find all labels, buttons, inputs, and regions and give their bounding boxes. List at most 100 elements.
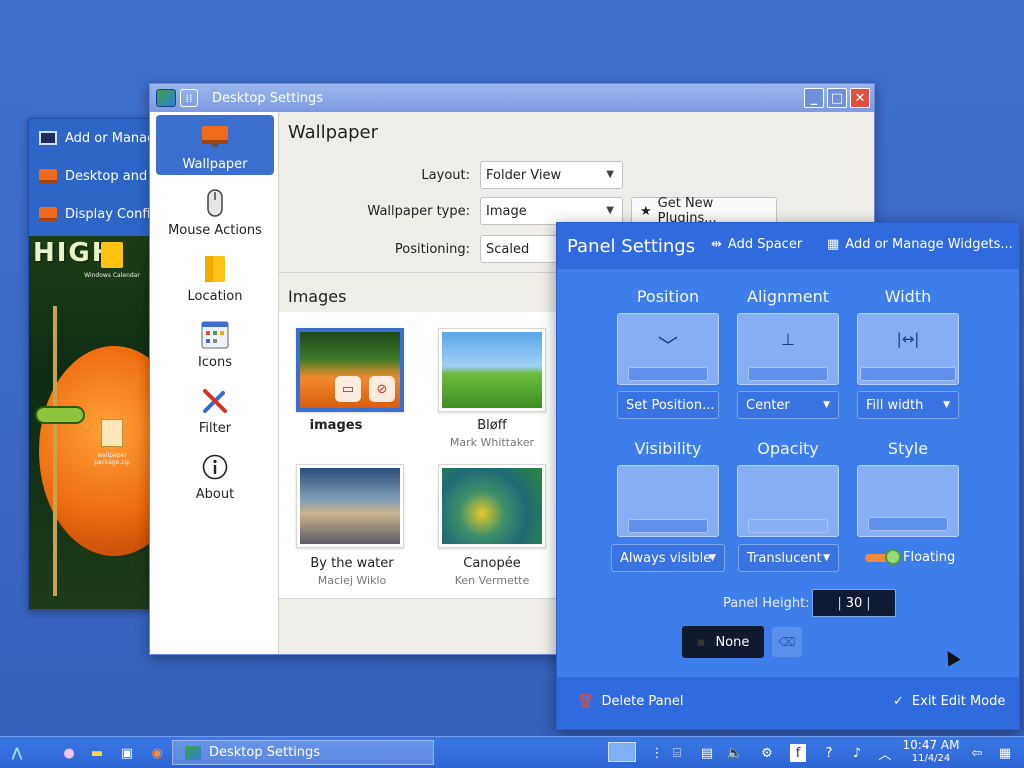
width-preview[interactable]: |↔| xyxy=(857,313,959,385)
panel-strip xyxy=(860,367,956,381)
task-desktop-settings[interactable]: Desktop Settings xyxy=(172,740,434,765)
settings-app-icon xyxy=(185,745,201,760)
sidebar-item-filter[interactable]: Filter xyxy=(156,379,274,439)
keyboard-icon: ▪ xyxy=(696,634,706,650)
toggle-knob xyxy=(885,549,901,565)
shortcut-value: None xyxy=(715,634,750,650)
positioning-combo[interactable]: Scaled xyxy=(480,235,560,263)
add-widgets-button[interactable]: ▦ Add or Manage Widgets... xyxy=(827,237,1013,252)
wallpaper-artwork: HIGH Windows Calendar wallpaper package.… xyxy=(29,236,162,609)
panel-strip xyxy=(748,519,828,533)
arrow-left-icon[interactable]: ⇦ xyxy=(968,744,986,762)
pager-desktop-icon[interactable] xyxy=(608,742,636,762)
thumb-caption: Canopée xyxy=(463,556,521,571)
opacity-dropdown[interactable]: Translucent ▼ xyxy=(738,544,839,572)
clock-time: 10:47 AM xyxy=(902,738,960,752)
close-button[interactable]: ✕ xyxy=(850,88,870,108)
window-titlebar[interactable]: ⁞⁞ Desktop Settings _ □ ✕ xyxy=(150,84,874,112)
sidebar-item-location[interactable]: Location xyxy=(156,247,274,307)
width-dropdown[interactable]: Fill width ▼ xyxy=(857,391,959,419)
sidebar-item-label: Icons xyxy=(198,355,232,370)
wallpaper-type-combo[interactable]: Image ▼ xyxy=(480,197,623,225)
visibility-preview[interactable] xyxy=(617,465,719,537)
task-label: Desktop Settings xyxy=(209,745,321,760)
chevron-down-icon: ▼ xyxy=(606,205,614,216)
clear-shortcut-button[interactable]: ⌫ xyxy=(772,627,802,657)
monitor-icon xyxy=(39,207,57,221)
remove-icon[interactable]: ⊘ xyxy=(369,376,395,402)
panel-strip xyxy=(628,367,708,381)
panel-height-input[interactable]: | 30 | xyxy=(812,589,896,617)
get-plugins-button[interactable]: ★ Get New Plugins... xyxy=(631,196,777,226)
browser-icon[interactable]: ● xyxy=(60,744,78,762)
menu-item-display-config[interactable]: Display Configuration xyxy=(29,195,162,233)
floating-label: Floating xyxy=(903,550,956,565)
sidebar-item-label: Wallpaper xyxy=(182,157,248,172)
thumb-image xyxy=(442,332,542,408)
show-desktop-icon[interactable]: ▦ xyxy=(996,744,1014,762)
position-preview[interactable]: ﹀ xyxy=(617,313,719,385)
panel-title: Panel Settings xyxy=(567,235,696,257)
chevron-down-icon: ▼ xyxy=(823,400,830,410)
wallpaper-type-value: Image xyxy=(486,203,527,219)
alignment-title: Alignment xyxy=(747,287,829,306)
thumb-image xyxy=(442,468,542,544)
network-icon[interactable]: ⌸ xyxy=(668,744,686,762)
style-preview[interactable] xyxy=(857,465,959,537)
menu-item-add-widgets[interactable]: Add or Manage Widgets xyxy=(29,119,162,157)
set-position-button[interactable]: Set Position... xyxy=(617,391,719,419)
sidebar-item-about[interactable]: About xyxy=(156,445,274,505)
monitor-icon xyxy=(201,123,229,151)
open-folder-icon[interactable]: ▭ xyxy=(335,376,361,402)
exit-edit-mode-button[interactable]: ✓ Exit Edit Mode xyxy=(893,694,1005,709)
wallpaper-thumb-by-the-water[interactable] xyxy=(296,464,404,548)
layout-row: Layout: Folder View ▼ xyxy=(300,161,623,189)
exit-edit-label: Exit Edit Mode xyxy=(911,694,1006,709)
firefox-icon[interactable]: ◉ xyxy=(148,744,166,762)
menu-item-desktop-wallpaper[interactable]: Desktop and Wallpaper xyxy=(29,157,162,195)
desktop-file-icon[interactable] xyxy=(101,419,123,447)
speaker-icon[interactable]: ♪ xyxy=(848,744,866,762)
alignment-preview[interactable]: ⊥ xyxy=(737,313,839,385)
folder-icon[interactable]: ▬ xyxy=(88,744,106,762)
trash-icon: 🗑 xyxy=(577,694,594,709)
thumb-image xyxy=(300,468,400,544)
minimize-button[interactable]: _ xyxy=(804,88,824,108)
wallpaper-thumb-bloff[interactable] xyxy=(438,328,546,412)
alignment-dropdown[interactable]: Center ▼ xyxy=(737,391,839,419)
window-title: Desktop Settings xyxy=(212,90,324,106)
wallpaper-thumb-images[interactable]: ▭ ⊘ xyxy=(296,328,404,412)
panel-strip xyxy=(868,517,948,531)
volume-icon[interactable]: 🔈 xyxy=(726,744,744,762)
visibility-dropdown[interactable]: Always visible ▼ xyxy=(611,544,725,572)
clock[interactable]: 10:47 AM 11/4/24 xyxy=(900,739,962,765)
visibility-value: Always visible xyxy=(620,550,712,566)
app-launcher-icon[interactable]: ⋀ xyxy=(8,744,26,762)
wallpaper-type-label: Wallpaper type: xyxy=(367,203,470,219)
window-menu-button[interactable]: ⁞⁞ xyxy=(180,89,198,107)
opacity-preview[interactable] xyxy=(737,465,839,537)
desktop-icon-label: Windows Calendar xyxy=(84,272,140,279)
add-spacer-button[interactable]: ⇹ Add Spacer xyxy=(711,237,802,252)
chevron-down-icon: ▼ xyxy=(823,553,830,563)
help-icon[interactable]: ? xyxy=(820,744,838,762)
shortcut-button[interactable]: ▪ None xyxy=(682,626,764,658)
sidebar-item-mouse-actions[interactable]: Mouse Actions xyxy=(156,181,274,241)
delete-panel-button[interactable]: 🗑 Delete Panel xyxy=(577,694,683,709)
thumb-author: Maciej Wiklo xyxy=(317,574,387,587)
maximize-button[interactable]: □ xyxy=(827,88,847,108)
clipboard-icon[interactable]: ▤ xyxy=(698,744,716,762)
desktop-folder-icon[interactable] xyxy=(101,242,123,268)
set-position-label: Set Position... xyxy=(626,397,715,413)
add-spacer-label: Add Spacer xyxy=(727,237,803,252)
wallpaper-thumb-canopee[interactable] xyxy=(438,464,546,548)
floating-toggle[interactable] xyxy=(865,549,901,565)
sidebar-item-icons[interactable]: Icons xyxy=(156,313,274,373)
terminal-icon[interactable]: ▣ xyxy=(118,744,136,762)
sidebar-item-label: Filter xyxy=(198,421,232,436)
settings-gear-icon[interactable]: ⚙ xyxy=(758,744,776,762)
sidebar-item-wallpaper[interactable]: Wallpaper xyxy=(156,115,274,175)
notes-icon[interactable]: f xyxy=(790,744,806,762)
chevron-up-icon[interactable]: ︿ xyxy=(876,744,894,763)
layout-combo[interactable]: Folder View ▼ xyxy=(480,161,623,189)
